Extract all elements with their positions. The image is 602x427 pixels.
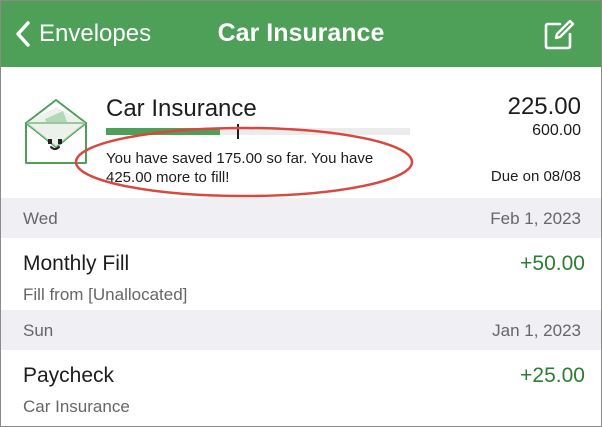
progress-target-marker [237, 124, 239, 139]
transaction-subtitle: Fill from [Unallocated] [23, 285, 188, 304]
transaction-amount: +50.00 [520, 252, 585, 275]
navigation-bar: Envelopes Car Insurance [1, 1, 601, 67]
section-date: Feb 1, 2023 [490, 209, 581, 228]
transaction-row[interactable]: Paycheck Car Insurance +25.00 [1, 350, 601, 422]
transaction-title: Monthly Fill [23, 252, 130, 275]
app-frame: Envelopes Car Insurance Car Insurance Yo… [0, 0, 602, 427]
savings-progress-bar [106, 124, 410, 139]
due-date: Due on 08/08 [490, 168, 581, 185]
section-date: Jan 1, 2023 [492, 321, 581, 340]
envelope-name: Car Insurance [106, 95, 257, 122]
envelope-balance: 225.00 [507, 93, 581, 120]
envelope-goal: 600.00 [532, 122, 581, 139]
section-header: Sun Jan 1, 2023 [1, 310, 601, 350]
transaction-subtitle: Car Insurance [23, 397, 130, 416]
envelope-face-icon [25, 99, 87, 164]
section-day: Sun [23, 321, 54, 340]
savings-progress-fill [106, 128, 220, 135]
transaction-amount: +25.00 [520, 364, 585, 387]
section-header: Wed Feb 1, 2023 [1, 198, 601, 238]
transaction-title: Paycheck [23, 364, 115, 387]
envelope-summary: Car Insurance You have saved 175.00 so f… [1, 67, 601, 198]
transaction-row[interactable]: Monthly Fill Fill from [Unallocated] +50… [1, 238, 601, 310]
compose-icon[interactable] [543, 19, 575, 51]
section-day: Wed [23, 209, 58, 228]
page-title: Car Insurance [217, 19, 385, 47]
savings-message: You have saved 175.00 so far. You have 4… [106, 150, 374, 186]
